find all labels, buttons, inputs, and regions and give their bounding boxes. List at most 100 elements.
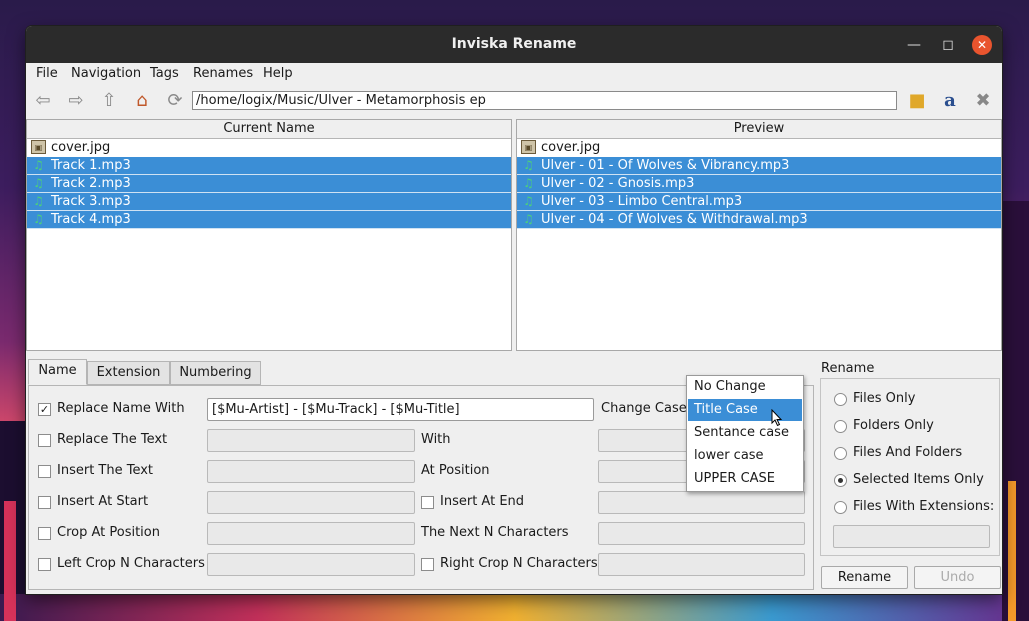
font-icon[interactable]: a [938,88,962,112]
case-option-lower-case[interactable]: lower case [688,445,802,467]
music-file-icon: ♫ [523,194,534,208]
app-window: Inviska Rename — ◻ ✕ File Navigation Tag… [26,26,1002,594]
rename-group-title: Rename [821,361,875,376]
forward-arrow-icon[interactable]: ⇨ [64,88,88,112]
with-label: With [421,432,451,447]
right-crop-label: Right Crop N Characters [440,556,598,571]
up-arrow-icon[interactable]: ⇧ [97,88,121,112]
music-file-icon: ♫ [523,212,534,226]
maximize-button[interactable]: ◻ [938,35,958,55]
replace-name-input[interactable]: [$Mu-Artist] - [$Mu-Track] - [$Mu-Title] [207,398,594,421]
window-title: Inviska Rename [451,36,577,52]
file-row[interactable]: ♫ Track 3.mp3 [27,193,511,211]
music-file-icon: ♫ [33,158,44,172]
radio-files-and-folders[interactable] [834,447,847,460]
files-and-folders-label: Files And Folders [853,445,963,460]
insert-at-start-checkbox[interactable] [38,496,51,509]
replace-name-checkbox[interactable]: ✓ [38,403,51,416]
file-row[interactable]: ▣ cover.jpg [27,139,511,157]
left-crop-checkbox[interactable] [38,558,51,571]
folders-only-label: Folders Only [853,418,934,433]
folder-icon[interactable]: ■ [905,88,929,112]
case-option-upper-case[interactable]: UPPER CASE [688,468,802,490]
case-option-no-change[interactable]: No Change [688,376,802,398]
file-name: Track 4.mp3 [51,212,131,227]
image-file-icon: ▣ [31,140,46,154]
radio-files-only[interactable] [834,393,847,406]
insert-at-start-label: Insert At Start [57,494,149,509]
insert-at-end-checkbox[interactable] [421,496,434,509]
file-row[interactable]: ♫ Ulver - 03 - Limbo Central.mp3 [517,193,1001,211]
music-file-icon: ♫ [33,212,44,226]
tab-name[interactable]: Name [28,359,87,385]
change-case-label: Change Case [601,401,687,416]
file-row[interactable]: ♫ Ulver - 02 - Gnosis.mp3 [517,175,1001,193]
extensions-input[interactable] [833,525,990,548]
radio-folders-only[interactable] [834,420,847,433]
close-button[interactable]: ✕ [972,35,992,55]
file-name: Ulver - 03 - Limbo Central.mp3 [541,194,743,209]
case-option-sentance-case[interactable]: Sentance case [688,422,802,444]
refresh-icon[interactable]: ⟳ [163,88,187,112]
crop-at-position-input[interactable] [207,522,415,545]
back-arrow-icon[interactable]: ⇦ [31,88,55,112]
title-bar: Inviska Rename — ◻ ✕ [26,26,1002,63]
menu-file[interactable]: File [36,66,58,81]
file-row[interactable]: ♫ Track 4.mp3 [27,211,511,229]
menu-renames[interactable]: Renames [193,66,253,81]
music-file-icon: ♫ [33,176,44,190]
menu-help[interactable]: Help [263,66,293,81]
file-row[interactable]: ♫ Track 2.mp3 [27,175,511,193]
tab-extension[interactable]: Extension [87,361,170,385]
minimize-button[interactable]: — [904,35,924,55]
rename-group: Rename Files Only Folders Only Files And… [820,361,1001,591]
insert-at-end-input[interactable] [598,491,805,514]
menu-navigation[interactable]: Navigation [71,66,141,81]
case-option-title-case[interactable]: Title Case [688,399,802,421]
files-only-label: Files Only [853,391,916,406]
replace-text-checkbox[interactable] [38,434,51,447]
file-name: Ulver - 02 - Gnosis.mp3 [541,176,695,191]
undo-button[interactable]: Undo [914,566,1001,589]
preview-header[interactable]: Preview [517,120,1001,139]
files-with-extensions-label: Files With Extensions: [853,499,995,514]
file-row[interactable]: ♫ Track 1.mp3 [27,157,511,175]
file-row[interactable]: ♫ Ulver - 04 - Of Wolves & Withdrawal.mp3 [517,211,1001,229]
replace-text-label: Replace The Text [57,432,168,447]
rename-button[interactable]: Rename [821,566,908,589]
insert-text-checkbox[interactable] [38,465,51,478]
crop-at-position-checkbox[interactable] [38,527,51,540]
change-case-dropdown[interactable]: No Change Title Case Sentance case lower… [686,375,804,492]
home-icon[interactable]: ⌂ [130,88,154,112]
radio-files-with-extensions[interactable] [834,501,847,514]
file-name: Track 2.mp3 [51,176,131,191]
next-n-input[interactable] [598,522,805,545]
right-crop-input[interactable] [598,553,805,576]
path-input[interactable]: /home/logix/Music/Ulver - Metamorphosis … [192,91,897,110]
right-crop-checkbox[interactable] [421,558,434,571]
insert-at-start-input[interactable] [207,491,415,514]
next-n-label: The Next N Characters [421,525,569,540]
image-file-icon: ▣ [521,140,536,154]
file-row[interactable]: ♫ Ulver - 01 - Of Wolves & Vibrancy.mp3 [517,157,1001,175]
file-name: Track 1.mp3 [51,158,131,173]
current-name-pane: Current Name ▣ cover.jpg ♫ Track 1.mp3 ♫ Trac… [26,119,512,351]
menu-tags[interactable]: Tags [150,66,179,81]
insert-at-end-label: Insert At End [440,494,525,509]
current-file-list: ▣ cover.jpg ♫ Track 1.mp3 ♫ Track 2.mp3 ♫ Track… [27,139,511,229]
preview-file-list: ▣ cover.jpg ♫ Ulver - 01 - Of Wolves & Vibr… [517,139,1001,229]
replace-text-input[interactable] [207,429,415,452]
file-name: Ulver - 04 - Of Wolves & Withdrawal.mp3 [541,212,808,227]
replace-name-label: Replace Name With [57,401,185,416]
tools-icon[interactable]: ✖ [971,88,995,112]
left-crop-input[interactable] [207,553,415,576]
file-row[interactable]: ▣ cover.jpg [517,139,1001,157]
left-crop-label: Left Crop N Characters [57,556,205,571]
music-file-icon: ♫ [523,176,534,190]
menu-bar: File Navigation Tags Renames Help [26,63,1002,85]
tab-numbering[interactable]: Numbering [170,361,261,385]
preview-pane: Preview ▣ cover.jpg ♫ Ulver - 01 - Of Wolve… [516,119,1002,351]
radio-selected-items-only[interactable] [834,474,847,487]
insert-text-input[interactable] [207,460,415,483]
current-name-header[interactable]: Current Name [27,120,511,139]
